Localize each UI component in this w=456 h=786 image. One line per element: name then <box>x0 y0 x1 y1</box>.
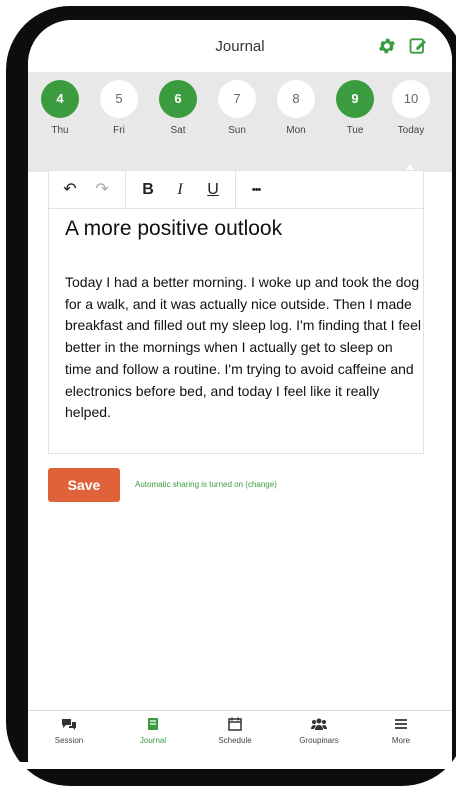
day-number: 8 <box>277 80 315 118</box>
day-thu[interactable]: 4 Thu <box>35 80 85 160</box>
phone-frame: Journal 4 Thu 5 Fri 6 Sat 7 Sun 8 Mon 9 … <box>0 0 456 786</box>
date-strip: 4 Thu 5 Fri 6 Sat 7 Sun 8 Mon 9 Tue 10 T… <box>28 72 452 172</box>
bottom-edge <box>0 762 456 769</box>
save-button[interactable]: Save <box>48 468 120 502</box>
group-icon <box>311 718 327 730</box>
more-options-button[interactable]: ••• <box>245 179 267 201</box>
day-label: Mon <box>286 125 306 136</box>
day-today[interactable]: 10 Today <box>386 80 436 160</box>
italic-button[interactable]: I <box>169 179 191 201</box>
menu-icon <box>395 719 407 729</box>
nav-more[interactable]: More <box>366 717 436 757</box>
day-number: 5 <box>100 80 138 118</box>
day-label: Today <box>397 125 425 136</box>
day-sat[interactable]: 6 Sat <box>153 80 203 160</box>
day-number: 9 <box>336 80 374 118</box>
day-number: 6 <box>159 80 197 118</box>
nav-label: Schedule <box>218 736 252 745</box>
redo-button[interactable]: ↷ <box>91 179 113 201</box>
app-header: Journal <box>28 20 452 72</box>
underline-button[interactable]: U <box>202 179 224 201</box>
nav-label: More <box>391 736 411 745</box>
undo-button[interactable]: ↶ <box>59 179 81 201</box>
nav-groupinars[interactable]: Groupinars <box>284 717 354 757</box>
day-label: Tue <box>346 125 364 136</box>
nav-schedule[interactable]: Schedule <box>200 717 270 757</box>
toolbar-divider <box>235 171 236 209</box>
edit-icon[interactable] <box>408 36 428 56</box>
day-fri[interactable]: 5 Fri <box>94 80 144 160</box>
day-number: 4 <box>41 80 79 118</box>
day-mon[interactable]: 8 Mon <box>271 80 321 160</box>
gear-icon[interactable] <box>377 36 397 56</box>
calendar-icon <box>228 717 242 731</box>
day-label: Thu <box>51 125 69 136</box>
nav-session[interactable]: Session <box>34 717 104 757</box>
nav-label: Journal <box>139 736 167 745</box>
nav-journal[interactable]: Journal <box>118 717 188 757</box>
day-label: Fri <box>113 125 125 136</box>
editor-toolbar: ↶ ↷ B I U ••• <box>49 171 423 209</box>
nav-label: Groupinars <box>299 736 339 745</box>
entry-title[interactable]: A more positive outlook <box>65 217 282 241</box>
change-sharing-link[interactable]: (change) <box>245 480 277 489</box>
entry-body-text[interactable]: Today I had a better morning. I woke up … <box>65 272 421 424</box>
sharing-status: Automatic sharing is turned on (change) <box>135 480 277 489</box>
nav-label: Session <box>54 736 84 745</box>
chat-icon <box>62 719 76 730</box>
journal-editor: ↶ ↷ B I U ••• A more positive outlook To… <box>48 170 424 454</box>
day-tue[interactable]: 9 Tue <box>330 80 380 160</box>
bold-button[interactable]: B <box>137 179 159 201</box>
app-screen: Journal 4 Thu 5 Fri 6 Sat 7 Sun 8 Mon 9 … <box>28 20 452 762</box>
day-label: Sat <box>170 125 186 136</box>
day-number: 7 <box>218 80 256 118</box>
toolbar-divider <box>125 171 126 209</box>
sharing-status-text: Automatic sharing is turned on <box>135 480 244 489</box>
day-sun[interactable]: 7 Sun <box>212 80 262 160</box>
bottom-navigation: Session Journal Schedule Groupinars More <box>28 710 452 762</box>
day-label: Sun <box>228 125 246 136</box>
notebook-icon <box>148 718 158 730</box>
day-number: 10 <box>392 80 430 118</box>
